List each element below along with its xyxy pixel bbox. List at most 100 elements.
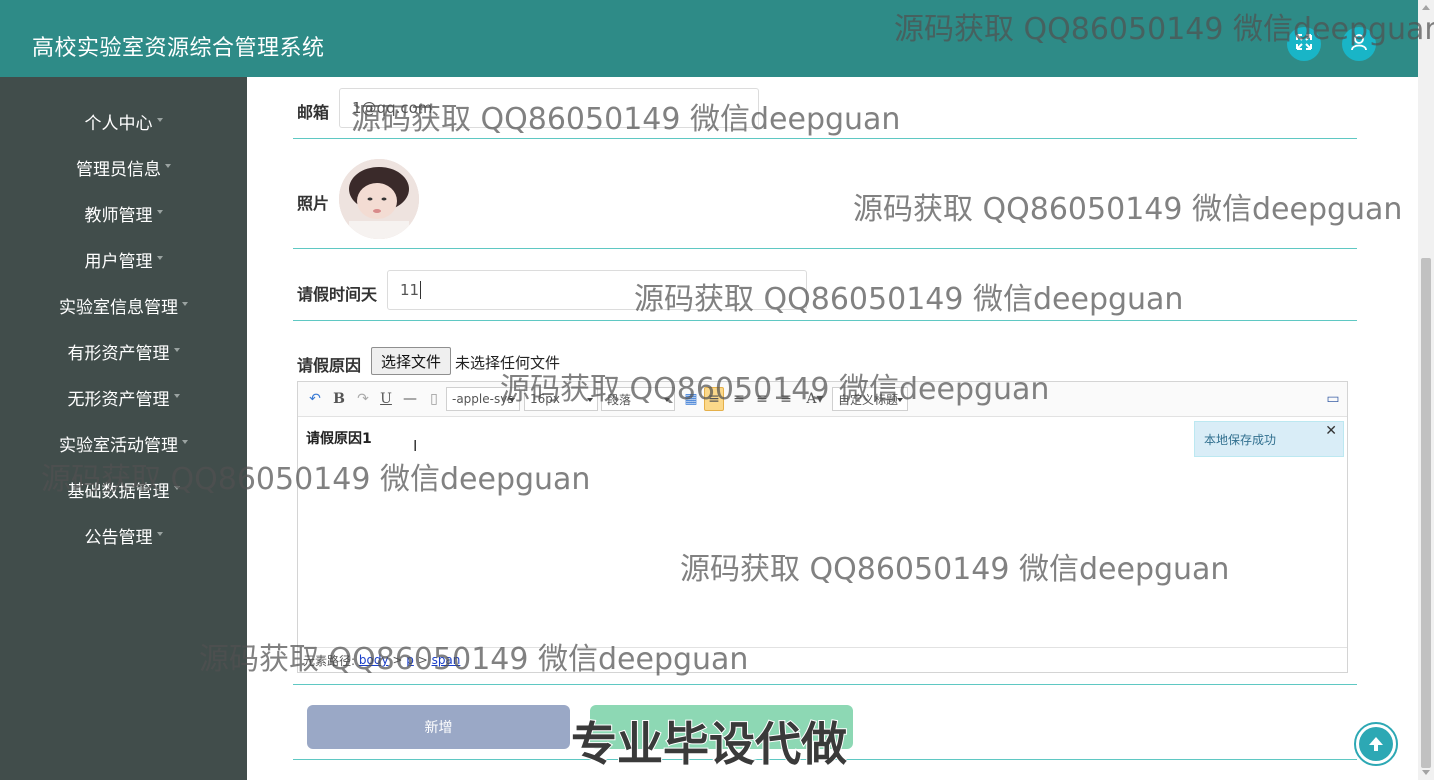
arrow-up-icon — [1359, 727, 1393, 761]
email-field[interactable]: 1@qq.com — [339, 88, 759, 128]
sidebar-item-lab-activities[interactable]: 实验室活动管理 — [0, 423, 247, 463]
sidebar-item-personal-center[interactable]: 个人中心 — [0, 101, 247, 141]
sidebar-item-admin-info[interactable]: 管理员信息 — [0, 147, 247, 187]
paste-button[interactable]: ▯ — [425, 390, 443, 408]
fullscreen-icon — [1295, 33, 1313, 55]
caret-down-icon — [156, 256, 163, 260]
underline-button[interactable]: U — [377, 390, 395, 408]
save-toast-text: 本地保存成功 — [1204, 432, 1277, 447]
caret-down-icon — [173, 348, 180, 352]
rich-text-editor[interactable]: ↶ B ↷ U — ▯ -apple-sys 16px 段落 ▦ ≡ ≡ ≡ ≡… — [297, 381, 1348, 673]
paragraph-select[interactable]: 段落 — [601, 387, 675, 411]
caret-down-icon — [182, 302, 188, 306]
align-center-icon: ≡ — [756, 391, 768, 407]
scroll-up-icon[interactable] — [1422, 5, 1430, 10]
bold-button[interactable]: B — [330, 390, 348, 408]
sidebar-item-lab-info[interactable]: 实验室信息管理 — [0, 285, 247, 325]
sidebar-item-label: 基础数据管理 — [67, 481, 170, 502]
custom-heading-select[interactable]: 自定义标题 — [832, 387, 908, 411]
align-left-button[interactable]: ≡ — [704, 387, 724, 411]
caret-down-icon — [156, 118, 163, 122]
sidebar-item-label: 实验室信息管理 — [59, 297, 178, 318]
user-icon — [1350, 33, 1368, 55]
align-justify-button[interactable]: ≡ — [777, 390, 795, 408]
save-toast: 本地保存成功 ✕ — [1194, 421, 1344, 457]
monitor-icon: ▭ — [1326, 391, 1340, 407]
element-path-body[interactable]: body — [359, 653, 389, 667]
scroll-thumb[interactable] — [1421, 258, 1431, 768]
sidebar-item-label: 有形资产管理 — [67, 343, 170, 364]
caret-down-icon — [165, 164, 171, 168]
cancel-button[interactable] — [590, 705, 853, 749]
leave-days-value: 11 — [400, 281, 420, 299]
photo-label: 照片 — [297, 194, 330, 213]
scroll-down-icon[interactable] — [1422, 770, 1430, 775]
leave-days-field[interactable]: 11 — [387, 270, 807, 310]
sidebar-item-tangible-assets[interactable]: 有形资产管理 — [0, 331, 247, 371]
bold-icon: B — [333, 391, 345, 407]
underline-icon: U — [380, 391, 392, 407]
watermark: 源码获取 QQ86050149 微信deepguan — [853, 192, 1403, 227]
font-color-icon: A▾ — [806, 391, 824, 407]
element-path-label: 元素路径: — [303, 653, 356, 668]
fullscreen-button[interactable] — [1287, 27, 1321, 61]
font-size-value: 16px — [530, 392, 560, 406]
add-button[interactable]: 新增 — [307, 705, 570, 749]
row-divider — [293, 138, 1357, 139]
table-button[interactable]: ▦ — [682, 390, 700, 408]
editor-toolbar: ↶ B ↷ U — ▯ -apple-sys 16px 段落 ▦ ≡ ≡ ≡ ≡… — [298, 382, 1347, 417]
sidebar-item-announcements[interactable]: 公告管理 — [0, 515, 247, 555]
editor-content[interactable]: 请假原因1 — [306, 428, 372, 448]
align-right-button[interactable]: ≡ — [730, 390, 748, 408]
align-left-icon: ≡ — [708, 391, 720, 407]
close-icon[interactable]: ✕ — [1325, 423, 1337, 439]
redo-icon: ↷ — [357, 391, 369, 407]
sidebar-item-teachers[interactable]: 教师管理 — [0, 193, 247, 233]
horizontal-rule-icon: — — [403, 391, 417, 407]
row-divider — [293, 684, 1357, 685]
caret-down-icon — [182, 440, 188, 444]
redo-button[interactable]: ↷ — [354, 390, 372, 408]
sidebar-item-label: 教师管理 — [84, 205, 153, 226]
align-justify-icon: ≡ — [780, 391, 792, 407]
preview-button[interactable]: ▭ — [1324, 390, 1342, 408]
element-path-span[interactable]: span — [432, 653, 461, 667]
element-path-p[interactable]: p — [406, 653, 414, 667]
sidebar-item-base-data[interactable]: 基础数据管理 — [0, 469, 247, 509]
row-divider — [293, 248, 1357, 249]
undo-icon: ↶ — [309, 391, 321, 407]
font-size-select[interactable]: 16px — [524, 387, 598, 411]
text-caret — [420, 281, 422, 299]
file-status-text: 未选择任何文件 — [455, 354, 561, 372]
font-color-button[interactable]: A▾ — [802, 390, 828, 408]
leave-days-label: 请假时间天 — [297, 285, 378, 304]
row-divider — [293, 759, 1357, 760]
paragraph-value: 段落 — [607, 392, 632, 407]
back-to-top-button[interactable] — [1354, 722, 1398, 766]
sidebar-item-label: 无形资产管理 — [67, 389, 170, 410]
row-divider — [293, 320, 1357, 321]
page-scrollbar[interactable] — [1418, 0, 1434, 780]
choose-file-button[interactable]: 选择文件 — [371, 347, 451, 375]
font-family-select[interactable]: -apple-sys — [446, 387, 520, 411]
user-menu-button[interactable] — [1342, 27, 1376, 61]
sidebar-item-label: 管理员信息 — [76, 159, 161, 180]
align-center-button[interactable]: ≡ — [753, 390, 771, 408]
undo-button[interactable]: ↶ — [306, 390, 324, 408]
horizontal-rule-button[interactable]: — — [401, 390, 419, 408]
caret-down-icon — [156, 210, 163, 214]
sidebar-item-intangible-assets[interactable]: 无形资产管理 — [0, 377, 247, 417]
photo-image[interactable] — [339, 159, 419, 239]
sidebar-item-label: 用户管理 — [84, 251, 153, 272]
leave-reason-label: 请假原因 — [297, 356, 362, 375]
i-beam-cursor-icon: I — [413, 437, 418, 455]
caret-down-icon — [173, 486, 180, 490]
document-icon: ▯ — [430, 391, 438, 407]
table-icon: ▦ — [684, 391, 698, 407]
sidebar-item-label: 实验室活动管理 — [59, 435, 178, 456]
sidebar-item-label: 个人中心 — [84, 113, 153, 134]
caret-down-icon — [173, 394, 180, 398]
top-header: 高校实验室资源综合管理系统 — [0, 0, 1418, 77]
sidebar-item-users[interactable]: 用户管理 — [0, 239, 247, 279]
sidebar: 个人中心 管理员信息 教师管理 用户管理 实验室信息管理 有形资产管理 无形资产… — [0, 77, 247, 780]
